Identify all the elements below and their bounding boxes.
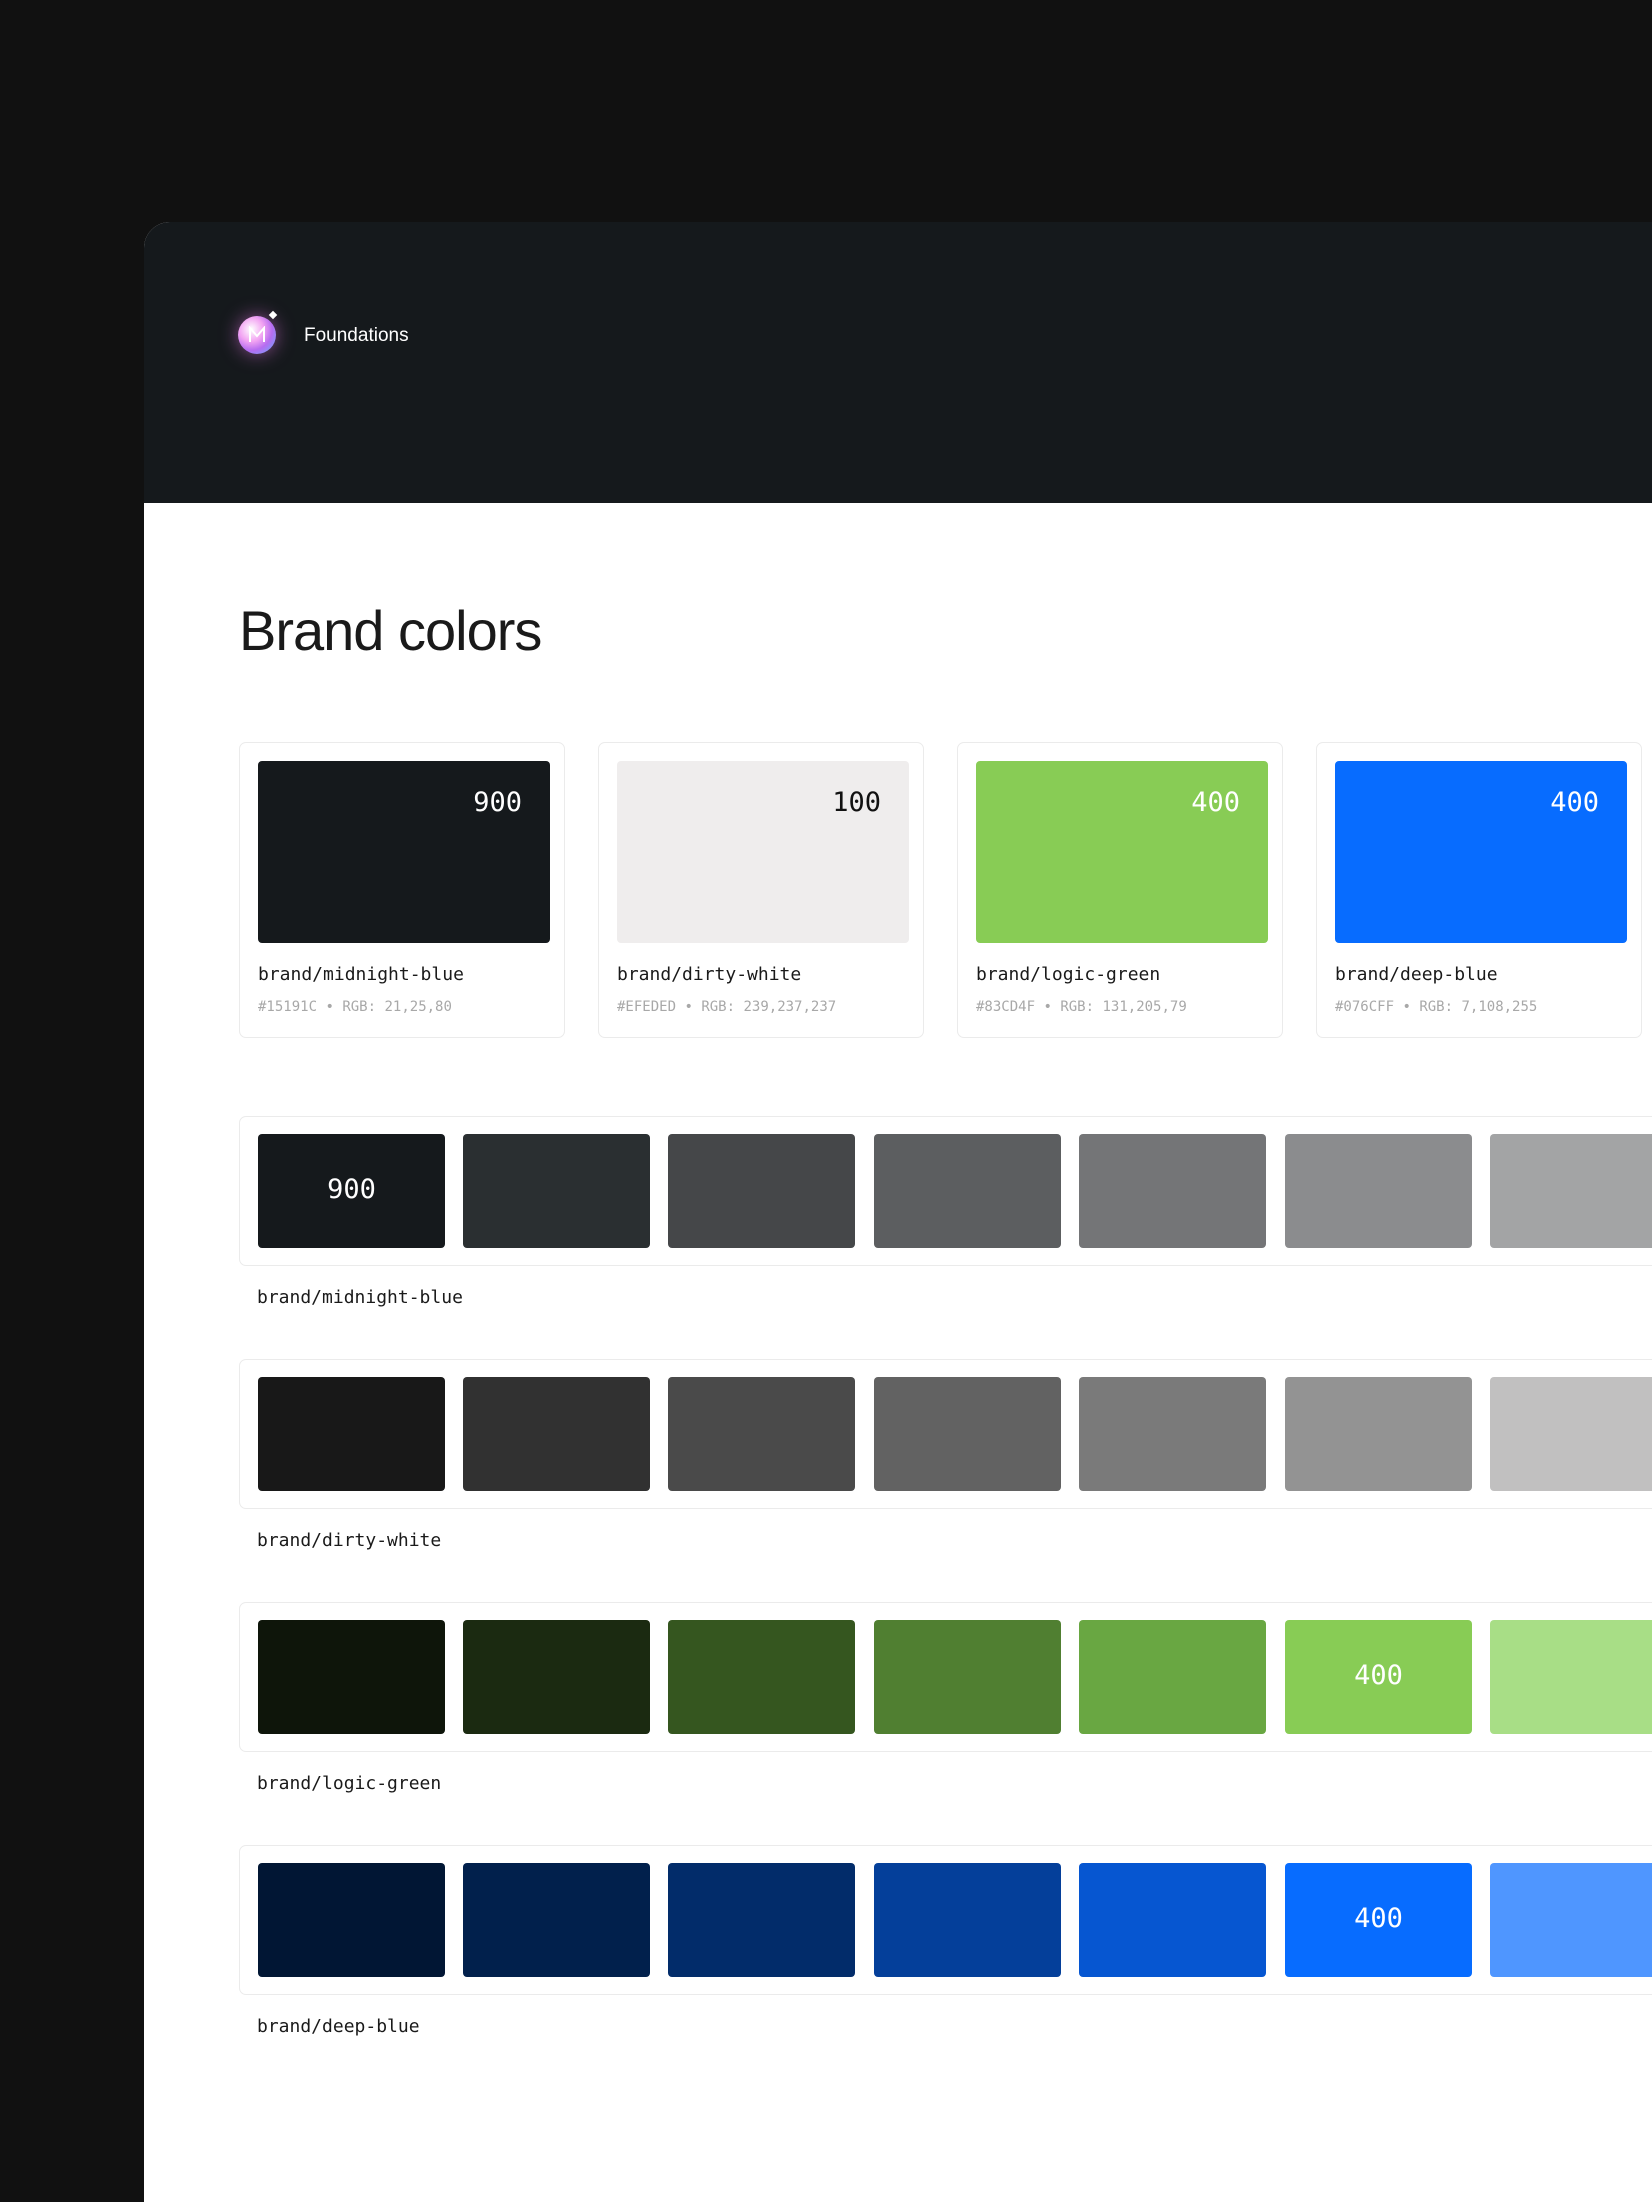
swatch-step-label: 400: [1191, 787, 1240, 818]
ramp-swatch[interactable]: [258, 1377, 445, 1491]
ramp-name: brand/deep-blue: [257, 2016, 420, 2037]
header-title: Foundations: [304, 325, 409, 346]
swatch-step-label: 400: [1354, 1903, 1403, 1934]
swatch-step-label: 400: [1354, 1660, 1403, 1691]
separator: •: [1402, 999, 1411, 1015]
ramp-swatch[interactable]: [1079, 1134, 1266, 1248]
swatch-step-label: 400: [1550, 787, 1599, 818]
color-token-name: brand/dirty-white: [617, 964, 802, 985]
rgb-label: RGB:: [342, 999, 377, 1015]
ramp-name: brand/logic-green: [257, 1773, 442, 1794]
color-card[interactable]: 900 brand/midnight-blue #15191C • RGB: 21,…: [239, 742, 565, 1038]
ramp-swatch[interactable]: [668, 1377, 855, 1491]
ramp-swatch[interactable]: 900: [258, 1134, 445, 1248]
swatch-step-label: 900: [473, 787, 522, 818]
rgb-label: RGB:: [1060, 999, 1095, 1015]
ramp-swatch[interactable]: 400: [1285, 1620, 1472, 1734]
separator: •: [1043, 999, 1052, 1015]
ramp-swatch[interactable]: [258, 1620, 445, 1734]
sparkle-icon: [268, 310, 278, 320]
color-token-name: brand/midnight-blue: [258, 964, 464, 985]
hex-value: #83CD4F: [976, 999, 1036, 1015]
foundations-window: Foundations Brand colors 900 brand/midnig…: [144, 222, 1652, 2202]
color-values: #076CFF • RGB: 7,108,255: [1335, 999, 1537, 1015]
color-ramp: 400: [239, 1602, 1652, 1752]
ramp-swatch[interactable]: [463, 1377, 650, 1491]
card-swatch[interactable]: 400: [976, 761, 1268, 943]
color-ramp: [239, 1359, 1652, 1509]
ramp-swatch[interactable]: [668, 1620, 855, 1734]
ramp-swatch[interactable]: 400: [1285, 1863, 1472, 1977]
rgb-label: RGB:: [1419, 999, 1454, 1015]
ramp-swatch[interactable]: [1285, 1377, 1472, 1491]
ramp-swatch[interactable]: [463, 1620, 650, 1734]
rgb-value: 239,237,237: [743, 999, 837, 1015]
swatch-step-label: 100: [832, 787, 881, 818]
color-card[interactable]: 400 brand/logic-green #83CD4F • RGB: 131,2…: [957, 742, 1283, 1038]
card-swatch[interactable]: 400: [1335, 761, 1627, 943]
ramp-swatch[interactable]: [874, 1620, 1061, 1734]
color-card[interactable]: 100 brand/dirty-white #EFEDED • RGB: 239,2…: [598, 742, 924, 1038]
ramp-swatch[interactable]: [668, 1134, 855, 1248]
ramp-swatch[interactable]: [1490, 1377, 1652, 1491]
ramp-swatch[interactable]: [1490, 1620, 1652, 1734]
ramp-swatch[interactable]: [1079, 1863, 1266, 1977]
rgb-value: 131,205,79: [1102, 999, 1187, 1015]
rgb-value: 7,108,255: [1461, 999, 1538, 1015]
page-title: Brand colors: [239, 599, 542, 662]
ramp-swatch[interactable]: [1079, 1377, 1266, 1491]
ramp-swatch[interactable]: [1285, 1134, 1472, 1248]
color-values: #15191C • RGB: 21,25,80: [258, 999, 452, 1015]
card-swatch[interactable]: 100: [617, 761, 909, 943]
ramp-swatch[interactable]: [463, 1863, 650, 1977]
color-values: #EFEDED • RGB: 239,237,237: [617, 999, 836, 1015]
ramp-name: brand/dirty-white: [257, 1530, 442, 1551]
ramp-swatch[interactable]: [463, 1134, 650, 1248]
swatch-step-label: 900: [327, 1174, 376, 1205]
ramp-swatch[interactable]: [1079, 1620, 1266, 1734]
ramp-swatch[interactable]: [1490, 1863, 1652, 1977]
ramp-swatch[interactable]: [874, 1134, 1061, 1248]
color-card[interactable]: 400 brand/deep-blue #076CFF • RGB: 7,108,2…: [1316, 742, 1642, 1038]
color-values: #83CD4F • RGB: 131,205,79: [976, 999, 1187, 1015]
ramp-name: brand/midnight-blue: [257, 1287, 463, 1308]
ramp-swatch[interactable]: [1490, 1134, 1652, 1248]
rgb-value: 21,25,80: [384, 999, 452, 1015]
color-token-name: brand/deep-blue: [1335, 964, 1498, 985]
logo-icon[interactable]: [238, 316, 276, 354]
color-ramp: 900: [239, 1116, 1652, 1266]
app-header: Foundations: [144, 222, 1652, 503]
logo-mark-icon: [249, 326, 265, 342]
hex-value: #15191C: [258, 999, 318, 1015]
color-token-name: brand/logic-green: [976, 964, 1161, 985]
hex-value: #EFEDED: [617, 999, 677, 1015]
hex-value: #076CFF: [1335, 999, 1395, 1015]
rgb-label: RGB:: [701, 999, 736, 1015]
separator: •: [684, 999, 693, 1015]
ramp-swatch[interactable]: [874, 1377, 1061, 1491]
separator: •: [325, 999, 334, 1015]
ramp-swatch[interactable]: [668, 1863, 855, 1977]
card-swatch[interactable]: 900: [258, 761, 550, 943]
ramp-swatch[interactable]: [874, 1863, 1061, 1977]
color-ramp: 400: [239, 1845, 1652, 1995]
ramp-swatch[interactable]: [258, 1863, 445, 1977]
